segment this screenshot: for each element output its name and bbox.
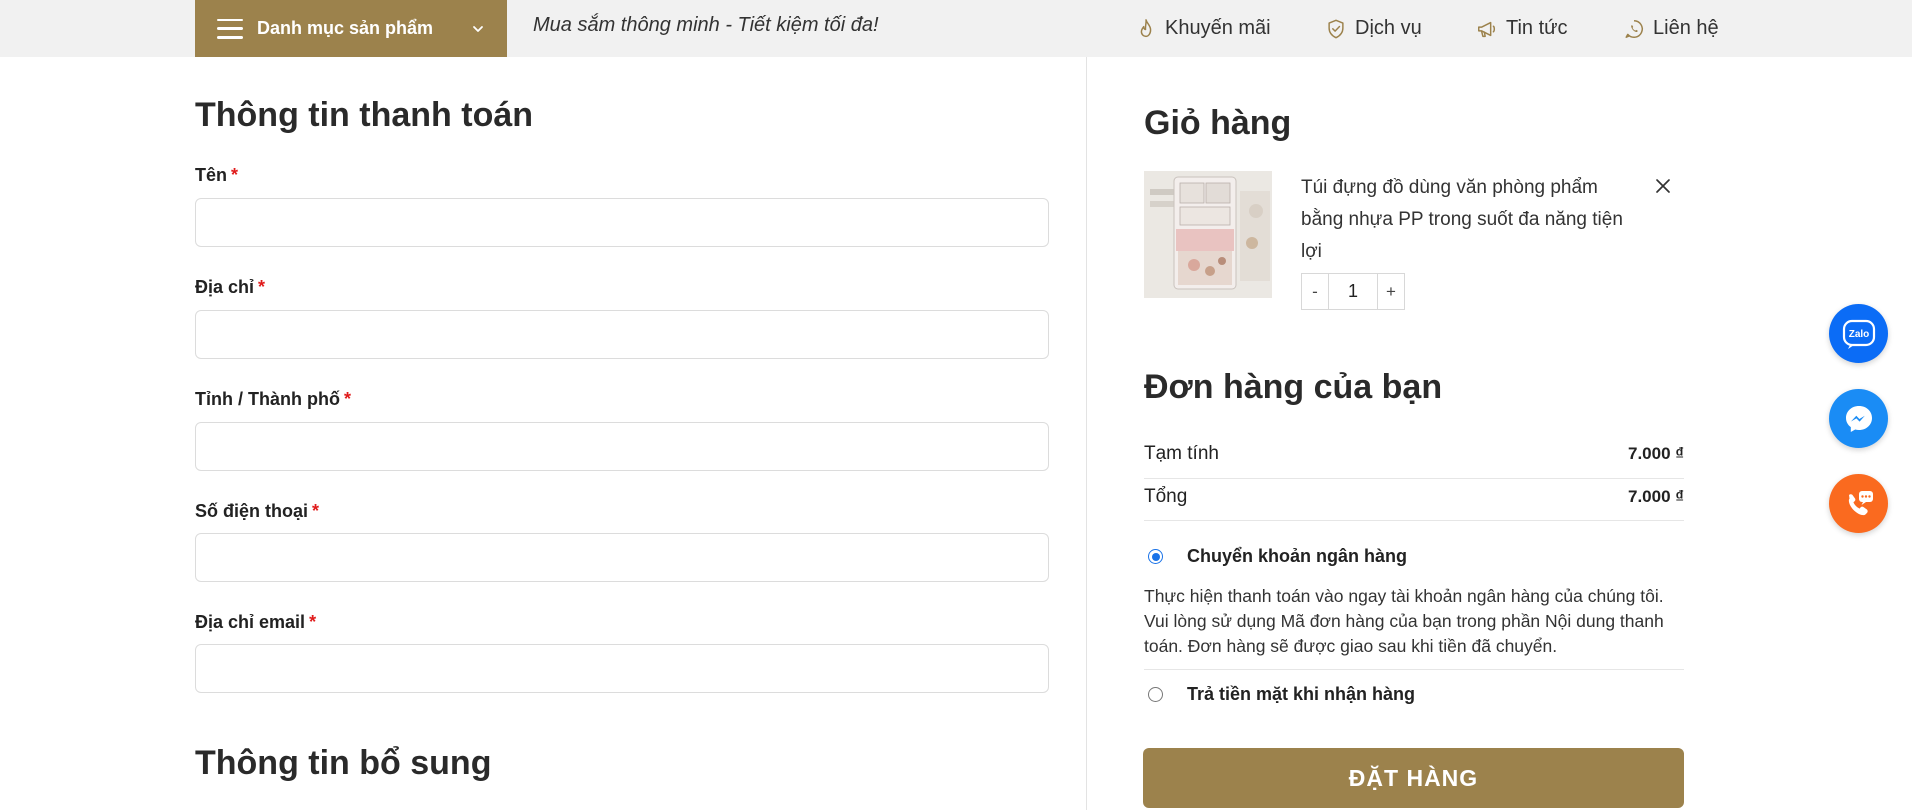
slogan-text: Mua sắm thông minh - Tiết kiệm tối đa! <box>533 14 879 36</box>
required-mark: * <box>231 165 239 185</box>
column-divider <box>1086 57 1087 810</box>
name-label: Tên * <box>195 165 239 185</box>
total-row: Tổng 7.000 ₫ <box>1144 486 1684 508</box>
product-category-label: Danh mục sản phẩm <box>257 18 434 38</box>
zalo-text: Zalo <box>1848 329 1869 340</box>
messenger-chat-button[interactable] <box>1829 389 1888 448</box>
bank-transfer-description: Thực hiện thanh toán vào ngay tài khoản … <box>1144 586 1664 656</box>
phone-input[interactable] <box>195 533 1049 582</box>
product-thumbnail[interactable] <box>1144 171 1272 298</box>
place-order-button[interactable]: ĐẶT HÀNG <box>1143 748 1684 808</box>
phone-call-button[interactable] <box>1829 474 1888 533</box>
nav-services[interactable]: Dịch vụ <box>1325 0 1422 57</box>
payment-bank-transfer-label: Chuyển khoản ngân hàng <box>1187 546 1408 566</box>
subtotal-value: 7.000 ₫ <box>1628 444 1684 463</box>
nav-news-label: Tin tức <box>1506 17 1568 39</box>
zalo-icon: Zalo <box>1842 319 1875 349</box>
email-input[interactable] <box>195 644 1049 693</box>
nav-news[interactable]: Tin tức <box>1476 0 1568 57</box>
megaphone-icon <box>1478 21 1496 37</box>
phone-label: Số điện thoại * <box>195 501 320 521</box>
product-category-button[interactable]: Danh mục sản phẩm <box>195 0 507 57</box>
nav-services-label: Dịch vụ <box>1355 17 1422 39</box>
radio-unselected[interactable] <box>1148 687 1163 702</box>
divider <box>1144 669 1684 670</box>
total-value: 7.000 ₫ <box>1628 487 1684 506</box>
total-label: Tổng <box>1144 486 1188 507</box>
radio-selected[interactable] <box>1148 549 1163 564</box>
qty-increase-button[interactable]: + <box>1378 274 1404 309</box>
subtotal-row: Tạm tính 7.000 ₫ <box>1144 443 1684 465</box>
quantity-stepper: - 1 + <box>1301 273 1405 310</box>
additional-info-title: Thông tin bổ sung <box>195 744 492 782</box>
cart-title: Giỏ hàng <box>1144 104 1292 142</box>
name-input[interactable] <box>195 198 1049 247</box>
order-title: Đơn hàng của bạn <box>1144 368 1443 406</box>
messenger-icon <box>1845 405 1872 432</box>
whatsapp-icon <box>1625 19 1643 38</box>
nav-contact[interactable]: Liên hệ <box>1623 0 1719 57</box>
top-bar: Danh mục sản phẩm Mua sắm thông minh - T… <box>0 0 1912 57</box>
required-mark: * <box>309 612 317 632</box>
divider <box>1144 520 1684 521</box>
address-label: Địa chỉ * <box>195 277 266 297</box>
payment-cash-on-delivery[interactable]: Trả tiền mặt khi nhận hàng <box>1148 684 1415 705</box>
divider <box>1144 478 1684 479</box>
payment-bank-transfer[interactable]: Chuyển khoản ngân hàng <box>1148 546 1407 567</box>
required-mark: * <box>312 501 320 521</box>
nav-promotions[interactable]: Khuyến mãi <box>1135 0 1271 57</box>
required-mark: * <box>343 389 351 409</box>
zalo-chat-button[interactable]: Zalo <box>1829 304 1888 363</box>
shield-check-icon <box>1328 19 1344 38</box>
qty-decrease-button[interactable]: - <box>1302 274 1328 309</box>
hamburger-menu-icon <box>217 18 243 39</box>
remove-item-icon[interactable] <box>1654 177 1672 195</box>
required-mark: * <box>258 277 266 297</box>
phone-chat-icon <box>1848 490 1873 515</box>
payment-cod-label: Trả tiền mặt khi nhận hàng <box>1187 684 1416 704</box>
nav-promotions-label: Khuyến mãi <box>1165 17 1271 39</box>
billing-title: Thông tin thanh toán <box>195 96 534 134</box>
fire-icon <box>1140 18 1152 37</box>
email-label: Địa chỉ email * <box>195 612 317 632</box>
city-input[interactable] <box>195 422 1049 471</box>
city-label: Tỉnh / Thành phố * <box>195 389 351 409</box>
product-image <box>1144 171 1272 298</box>
cart-item-name[interactable]: Túi đựng đồ dùng văn phòng phẩm bằng nhự… <box>1301 172 1631 268</box>
nav-contact-label: Liên hệ <box>1653 17 1719 39</box>
chevron-down-icon <box>473 25 483 32</box>
address-input[interactable] <box>195 310 1049 359</box>
qty-value[interactable]: 1 <box>1328 274 1378 309</box>
subtotal-label: Tạm tính <box>1144 443 1219 464</box>
